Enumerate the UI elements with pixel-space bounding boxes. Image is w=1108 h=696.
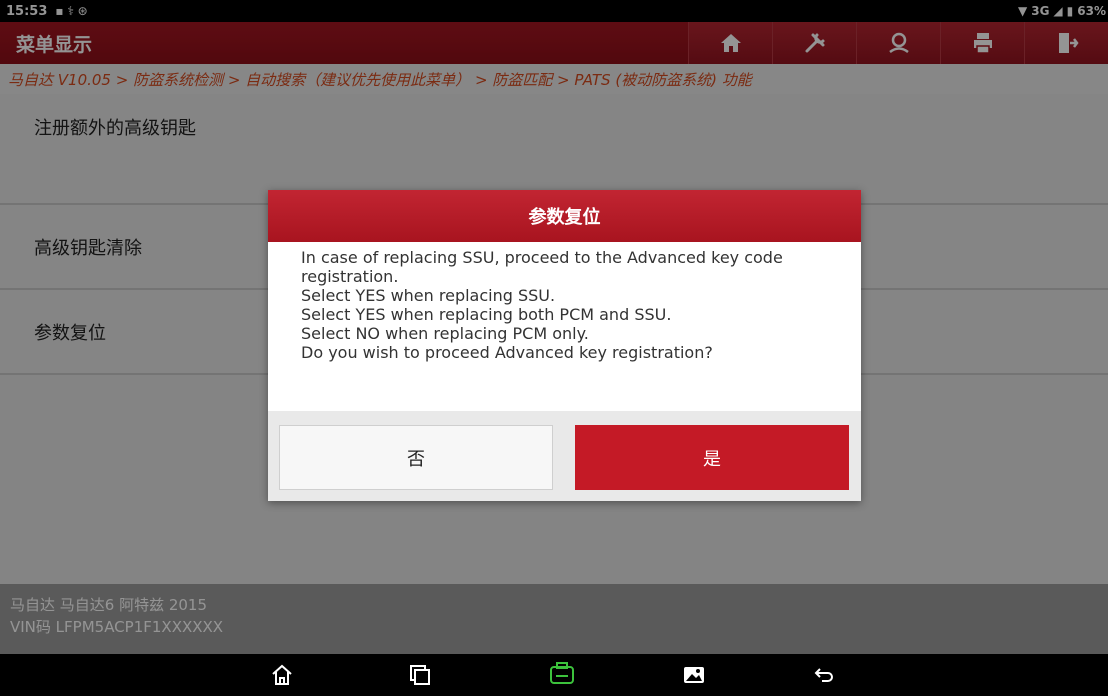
- yes-button[interactable]: 是: [575, 425, 849, 490]
- nav-back-button[interactable]: [810, 662, 838, 688]
- dialog-line: Select NO when replacing PCM only.: [301, 324, 589, 343]
- vci-icon: [550, 662, 574, 684]
- home-icon: [272, 664, 292, 685]
- nav-recents-button[interactable]: [406, 662, 434, 688]
- no-button[interactable]: 否: [279, 425, 553, 490]
- dialog-line: Select YES when replacing SSU.: [301, 286, 556, 305]
- dialog-title: 参数复位: [268, 190, 861, 242]
- dialog-line: Do you wish to proceed Advanced key regi…: [301, 343, 713, 362]
- dialog-line: Select YES when replacing both PCM and S…: [301, 305, 672, 324]
- nav-vci-button[interactable]: [548, 662, 576, 688]
- gallery-icon: [684, 667, 704, 683]
- parameter-reset-dialog: 参数复位 In case of replacing SSU, proceed t…: [268, 190, 861, 501]
- system-nav-bar: [0, 654, 1108, 696]
- dialog-line: In case of replacing SSU, proceed to the…: [301, 248, 783, 286]
- back-icon: [814, 668, 833, 682]
- dialog-message: In case of replacing SSU, proceed to the…: [268, 242, 861, 411]
- recents-icon: [410, 665, 430, 685]
- nav-home-button[interactable]: [268, 662, 296, 688]
- dialog-actions: 否 是: [268, 411, 861, 501]
- nav-gallery-button[interactable]: [680, 662, 708, 688]
